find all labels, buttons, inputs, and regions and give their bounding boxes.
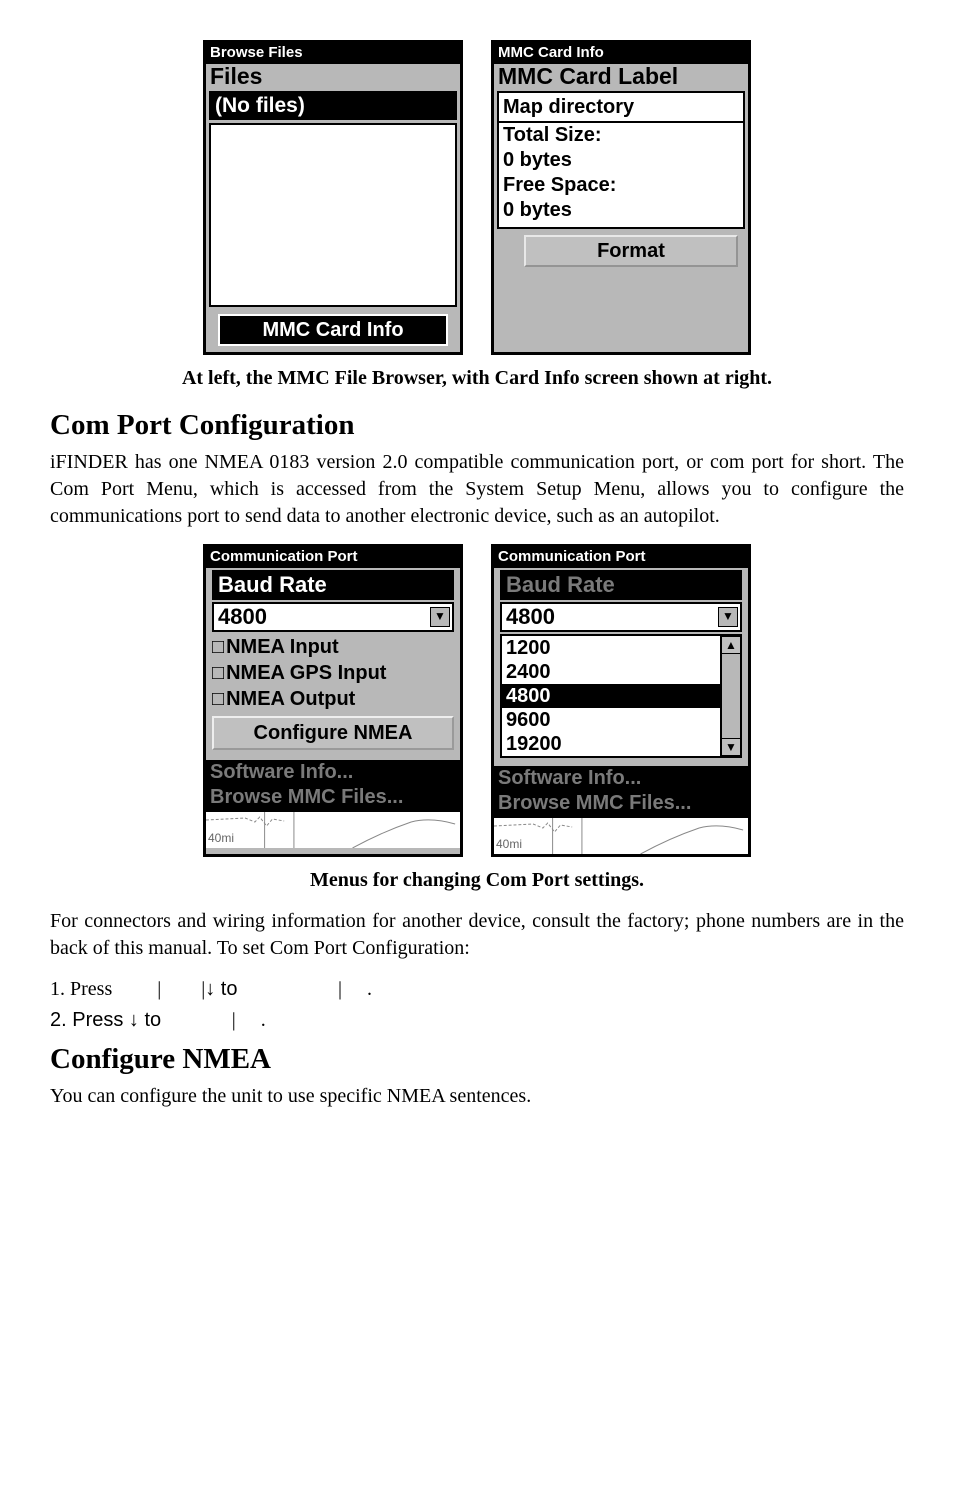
wiring-paragraph: For connectors and wiring information fo… xyxy=(50,908,904,962)
chevron-down-icon[interactable]: ▼ xyxy=(430,607,450,627)
mmc-card-info-screen: MMC Card Info MMC Card Label Map directo… xyxy=(491,40,751,355)
mmc-titlebar: MMC Card Info xyxy=(494,43,748,64)
baud-rate-label-left: Baud Rate xyxy=(212,570,454,600)
browse-files-screen: Browse Files Files (No files) MMC Card I… xyxy=(203,40,463,355)
mmc-card-info-button[interactable]: MMC Card Info xyxy=(218,314,448,346)
browse-mmc-menuitem-left[interactable]: Browse MMC Files... xyxy=(206,785,460,810)
nmea-gps-input-checkbox[interactable]: NMEA GPS Input xyxy=(206,660,460,686)
browse-files-header: Files xyxy=(206,64,460,91)
scroll-up-icon[interactable]: ▲ xyxy=(721,636,741,654)
baud-rate-combo-right[interactable]: 4800 ▼ xyxy=(500,602,742,632)
software-info-menuitem-left[interactable]: Software Info... xyxy=(206,760,460,785)
nmea-output-checkbox[interactable]: NMEA Output xyxy=(206,686,460,712)
map-directory-line: Map directory xyxy=(497,91,745,123)
map-scale-left: 40mi xyxy=(208,830,234,846)
baud-option-2400[interactable]: 2400 xyxy=(502,660,720,684)
figure-row-1: Browse Files Files (No files) MMC Card I… xyxy=(50,40,904,355)
baud-rate-combo-left[interactable]: 4800 ▼ xyxy=(212,602,454,632)
com-port-heading: Com Port Configuration xyxy=(50,406,904,445)
baud-option-1200[interactable]: 1200 xyxy=(502,636,720,660)
file-list-area xyxy=(209,123,457,307)
chevron-down-icon[interactable]: ▼ xyxy=(718,607,738,627)
figure1-caption: At left, the MMC File Browser, with Card… xyxy=(50,365,904,392)
map-scale-right: 40mi xyxy=(496,836,522,852)
configure-nmea-button[interactable]: Configure NMEA xyxy=(212,716,454,750)
baud-option-4800[interactable]: 4800 xyxy=(502,684,720,708)
comport-screen-right: Communication Port Baud Rate 4800 ▼ 1200… xyxy=(491,544,751,857)
total-size-label: Total Size: xyxy=(497,123,745,148)
free-space-label: Free Space: xyxy=(497,173,745,198)
baud-rate-value-left: 4800 xyxy=(218,605,267,629)
baud-option-9600[interactable]: 9600 xyxy=(502,708,720,732)
mmc-card-label-header: MMC Card Label xyxy=(494,64,748,91)
baud-rate-value-right: 4800 xyxy=(506,605,555,629)
nmea-input-checkbox[interactable]: NMEA Input xyxy=(206,634,460,660)
dropdown-scrollbar[interactable]: ▲ ▼ xyxy=(720,636,740,756)
step-2: 2. Press ↓ to | . xyxy=(50,1007,904,1034)
figure2-caption: Menus for changing Com Port settings. xyxy=(50,867,904,894)
baud-option-19200[interactable]: 19200 xyxy=(502,732,720,756)
step-1: 1. Press | |↓ to | . xyxy=(50,976,904,1003)
baud-rate-dropdown[interactable]: 1200 2400 4800 9600 19200 ▲ ▼ xyxy=(500,634,742,758)
scroll-down-icon[interactable]: ▼ xyxy=(721,738,741,756)
comport-screen-left: Communication Port Baud Rate 4800 ▼ NMEA… xyxy=(203,544,463,857)
comport-left-titlebar: Communication Port xyxy=(206,547,460,568)
browse-files-selected[interactable]: (No files) xyxy=(209,91,457,120)
map-strip-left: 40mi xyxy=(206,810,460,848)
browse-mmc-menuitem-right[interactable]: Browse MMC Files... xyxy=(494,791,748,816)
software-info-menuitem-right[interactable]: Software Info... xyxy=(494,766,748,791)
map-strip-right: 40mi xyxy=(494,816,748,854)
total-size-value: 0 bytes xyxy=(497,148,745,173)
browse-files-titlebar: Browse Files xyxy=(206,43,460,64)
comport-right-titlebar: Communication Port xyxy=(494,547,748,568)
format-button[interactable]: Format xyxy=(524,235,738,267)
figure-row-2: Communication Port Baud Rate 4800 ▼ NMEA… xyxy=(50,544,904,857)
configure-nmea-paragraph: You can configure the unit to use specif… xyxy=(50,1083,904,1110)
com-port-paragraph: iFINDER has one NMEA 0183 version 2.0 co… xyxy=(50,449,904,530)
free-space-value: 0 bytes xyxy=(497,198,745,229)
baud-rate-label-right: Baud Rate xyxy=(500,570,742,600)
configure-nmea-heading: Configure NMEA xyxy=(50,1040,904,1079)
